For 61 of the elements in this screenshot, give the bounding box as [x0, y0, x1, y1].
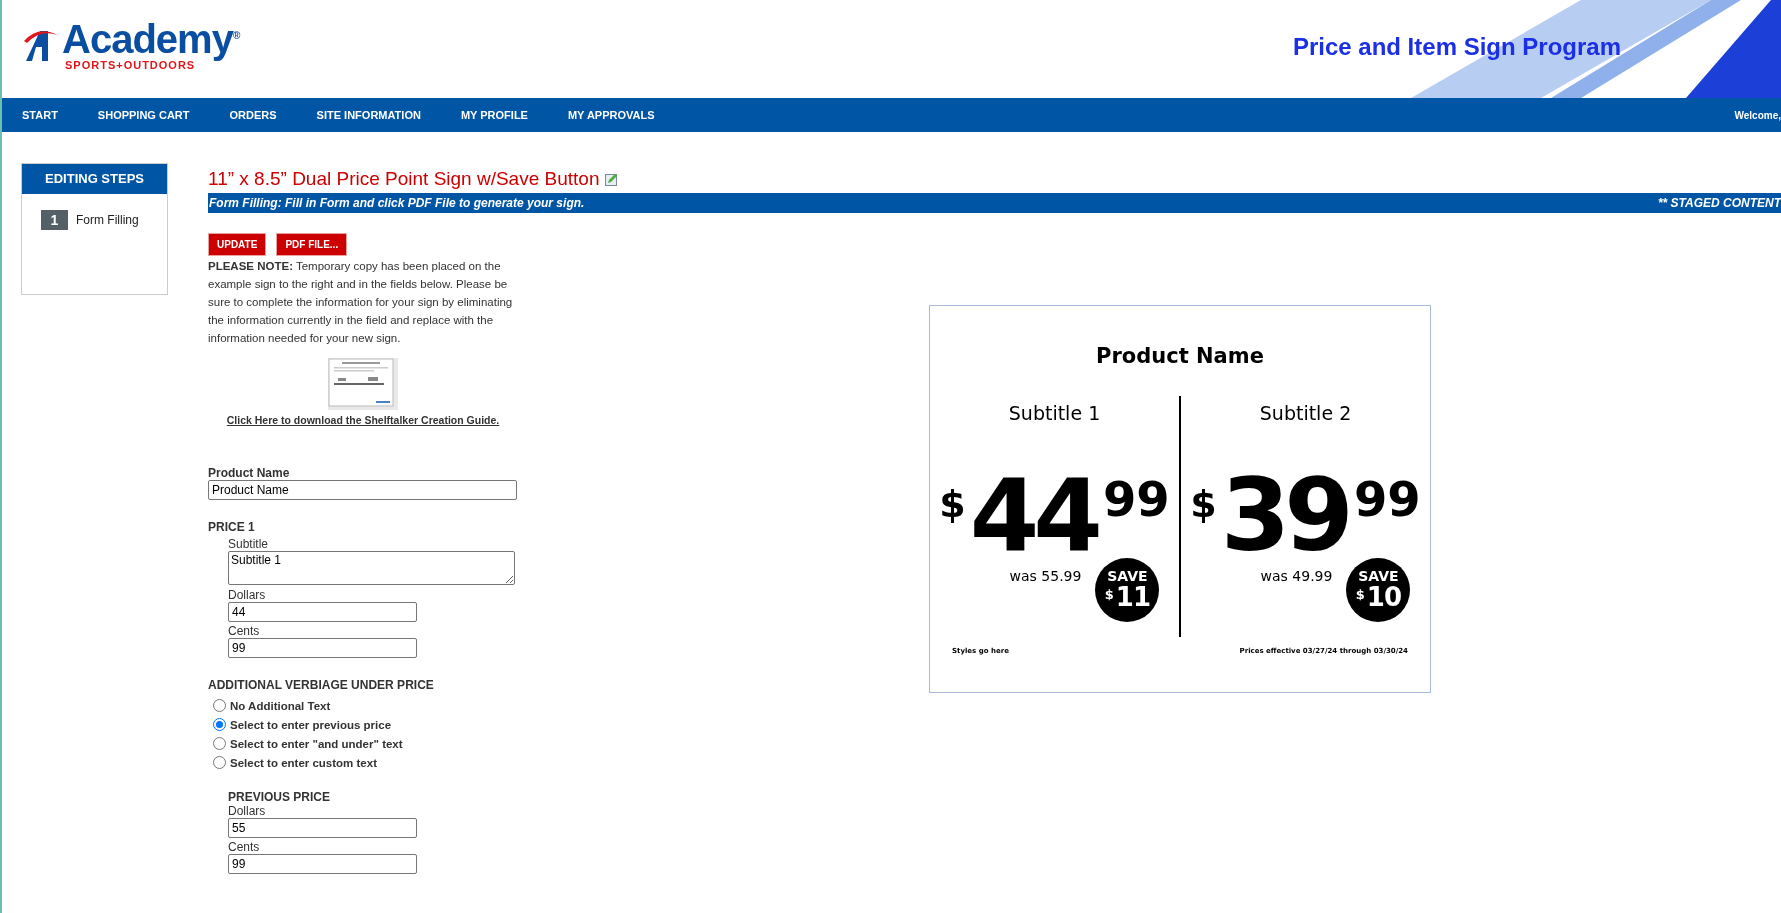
field-label: Dollars [228, 588, 267, 602]
save-label: SAVE [1107, 569, 1148, 583]
save-currency: $ [1104, 587, 1114, 602]
field-label: Cents [228, 840, 261, 854]
nav-link[interactable]: MY PROFILE [460, 109, 528, 121]
text-area[interactable]: Subtitle 1 [228, 551, 515, 585]
edit-icon[interactable] [605, 172, 619, 186]
nav-link[interactable]: MY APPROVALS [567, 109, 655, 121]
sign-dollars: 39 [1220, 474, 1348, 558]
radio-label[interactable]: Select to enter custom text [230, 756, 377, 769]
input-field[interactable]: 44 [228, 602, 417, 622]
field-label: Subtitle [228, 537, 270, 551]
section-heading: ADDITIONAL VERBIAGE UNDER PRICE [208, 678, 435, 692]
update-button[interactable]: UPDATE [208, 233, 267, 256]
guide-link[interactable]: Click Here to download the Shelftalker Creation Guide. [226, 414, 500, 426]
sign-subtitle: Subtitle 1 [1008, 402, 1101, 424]
radio-label[interactable]: No Additional Text [230, 699, 331, 712]
logo-tagline: SPORTS+OUTDOORS [65, 58, 196, 71]
radio-button[interactable] [213, 756, 226, 769]
radio-button[interactable] [213, 737, 226, 750]
section-heading: PREVIOUS PRICE [228, 790, 332, 804]
input-field[interactable]: Product Name [208, 480, 517, 500]
nav-link[interactable]: SHOPPING CART [97, 109, 190, 121]
sign-currency: $ [1190, 482, 1217, 526]
program-title: Price and Item Sign Program [1292, 33, 1621, 61]
field-label: Cents [228, 624, 261, 638]
status-text: ** STAGED CONTENT [1657, 196, 1781, 210]
save-currency: $ [1355, 587, 1365, 602]
was-price: was 55.99 [1009, 568, 1082, 584]
was-price: was 49.99 [1260, 568, 1333, 584]
nav-link[interactable]: START [22, 109, 58, 121]
input-field[interactable]: 55 [228, 818, 417, 838]
page-title: 11” x 8.5” Dual Price Point Sign w/Save Button [208, 168, 600, 190]
nav-link[interactable]: ORDERS [229, 109, 277, 121]
input-field[interactable]: 99 [228, 638, 417, 658]
sign-dollars: 44 [969, 474, 1097, 558]
nav-link[interactable]: SITE INFORMATION [316, 109, 421, 121]
radio-button[interactable] [213, 718, 226, 731]
radio-button[interactable] [213, 699, 226, 712]
field-label: Product Name [208, 466, 291, 480]
input-field[interactable]: 99 [228, 854, 417, 874]
step-number: 1 [41, 210, 68, 230]
radio-label[interactable]: Select to enter previous price [230, 718, 392, 731]
sign-cents: 99 [1102, 474, 1170, 524]
save-label: SAVE [1358, 569, 1399, 583]
sign-subtitle: Subtitle 2 [1259, 402, 1352, 424]
field-label: Dollars [228, 804, 267, 818]
note-paragraph: PLEASE NOTE: Temporary copy has been placed on the example sign to the right and in the fields below. Please be sure to complete the information for your sign by eliminating the information currently in the field and replace with the information needed for your new sign. [208, 260, 513, 344]
sign-currency: $ [939, 482, 966, 526]
radio-label[interactable]: Select to enter "and under" text [230, 737, 403, 750]
save-amount: 10 [1366, 583, 1402, 611]
sign-cents: 99 [1353, 474, 1421, 524]
logo-wordmark: Academy$^{®}$ [62, 17, 240, 59]
save-amount: 11 [1115, 583, 1151, 611]
sign-product-name: Product Name [1096, 344, 1264, 368]
sidebar-title: EDITING STEPS [22, 164, 167, 194]
section-heading: PRICE 1 [208, 520, 256, 534]
step-label[interactable]: Form Filling [76, 213, 139, 227]
instruction-text: Form Filling: Fill in Form and click PDF File to generate your sign. [208, 196, 585, 210]
welcome-text: Welcome, [1734, 109, 1781, 121]
pdf-button[interactable]: PDF FILE... [276, 233, 348, 256]
